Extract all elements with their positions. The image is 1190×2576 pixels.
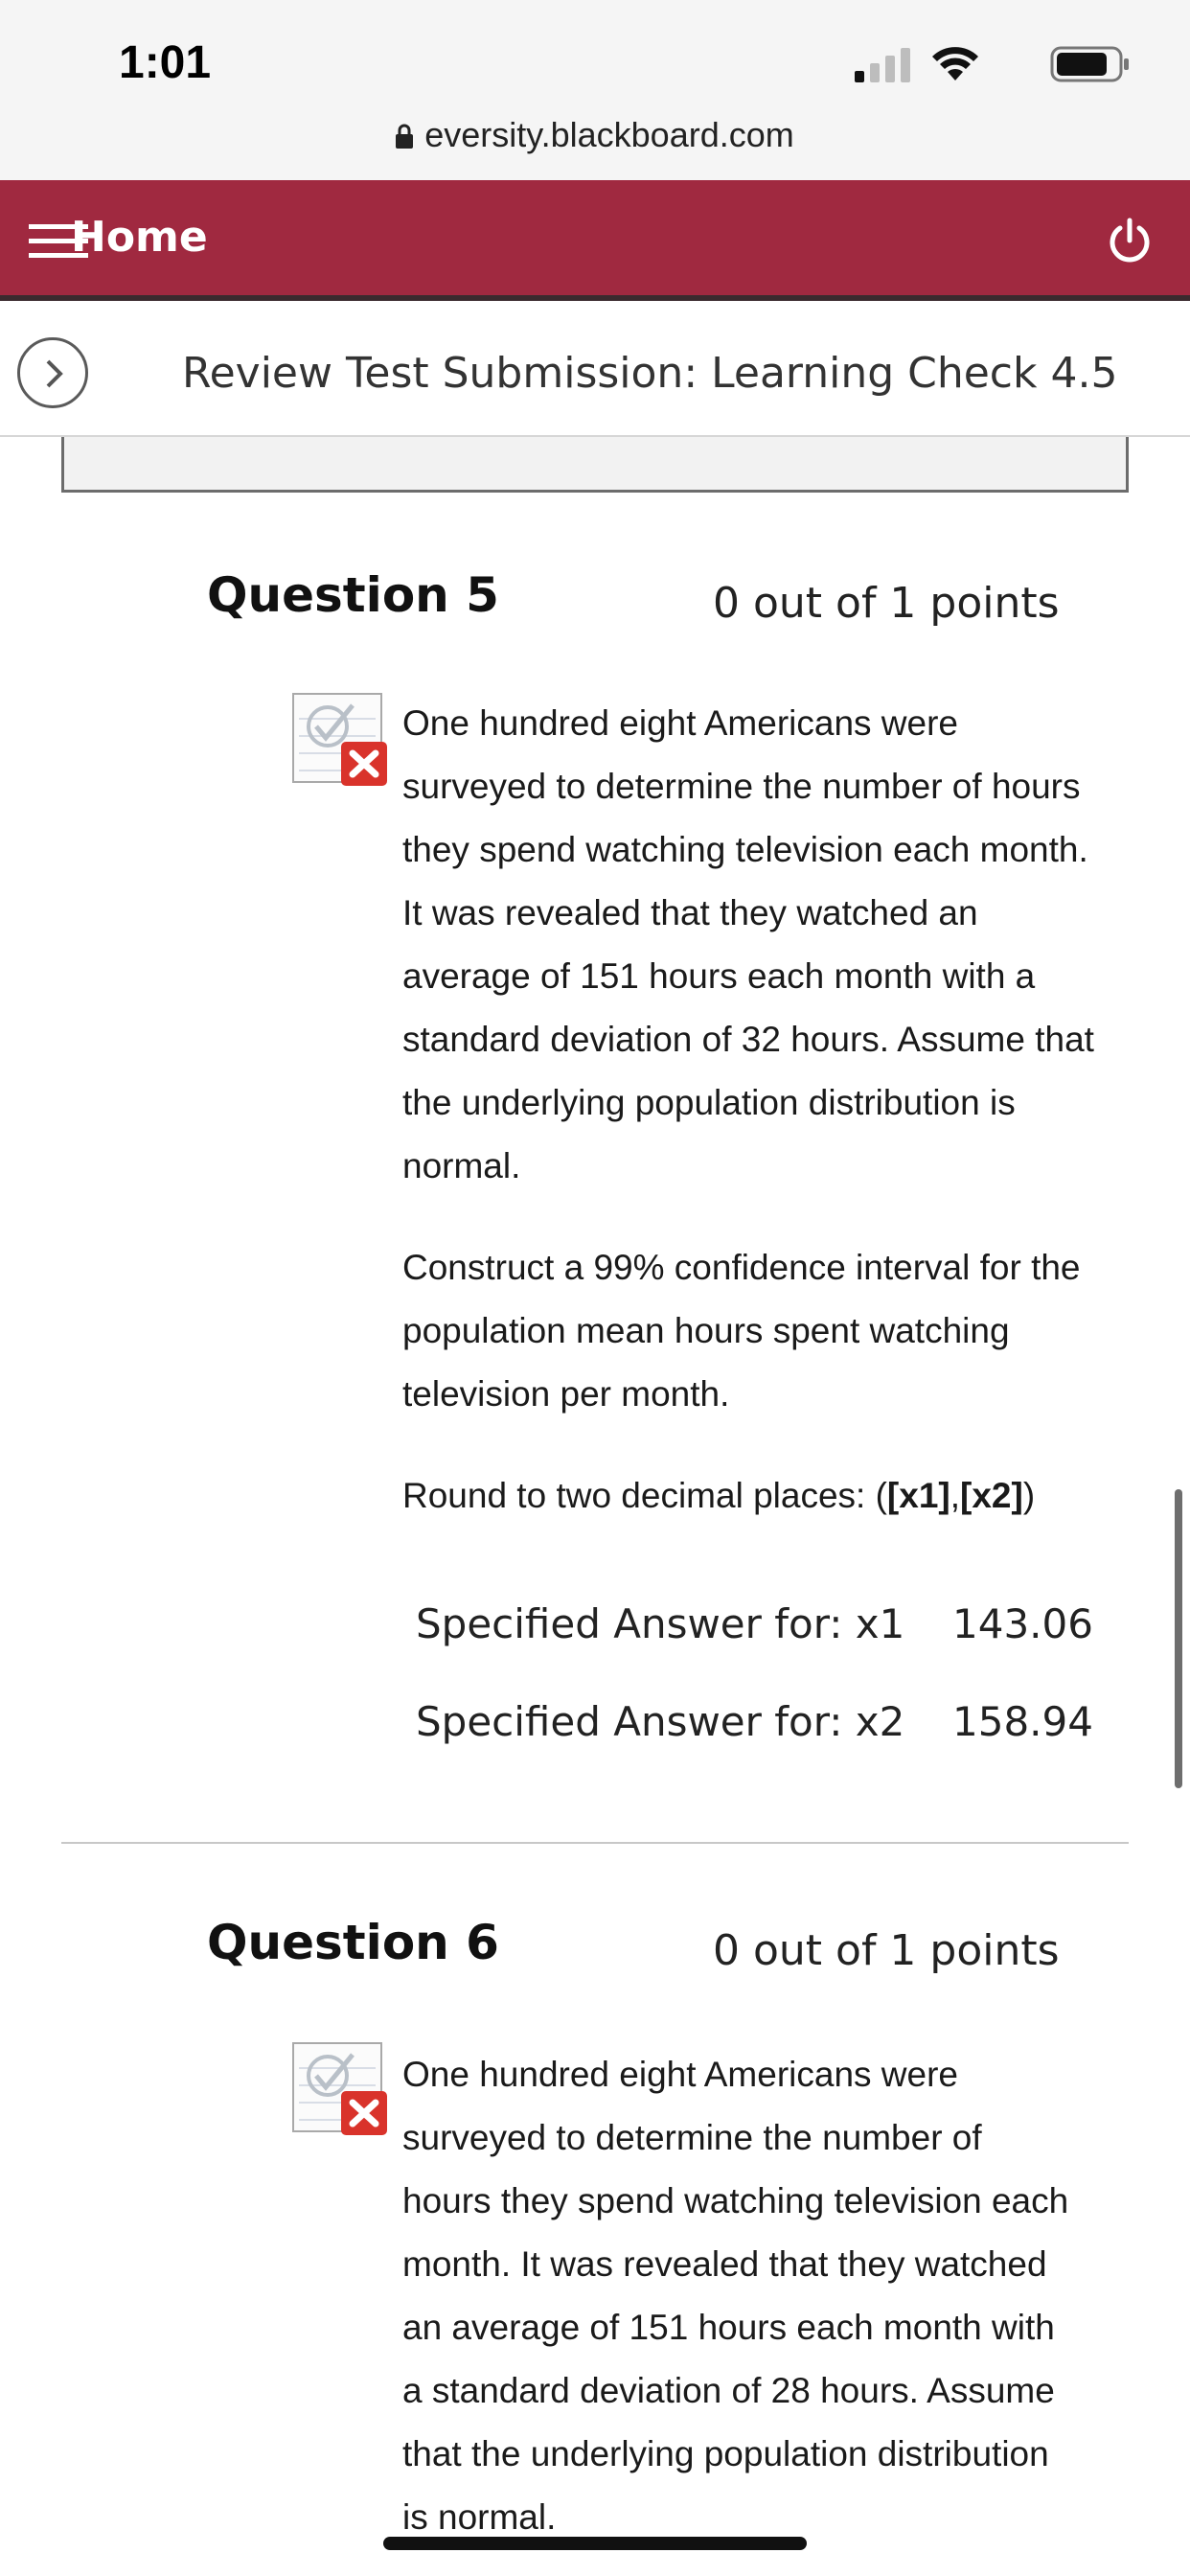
answer-value: 158.94	[952, 1698, 1093, 1745]
status-icons	[843, 44, 1131, 82]
battery-icon	[1050, 46, 1129, 82]
page-title: Review Test Submission: Learning Check 4…	[182, 349, 1118, 398]
question-text: One hundred eight Americans were surveye…	[402, 703, 1094, 1185]
power-icon[interactable]	[1106, 217, 1154, 264]
answer-label: Specified Answer for: x1	[416, 1600, 905, 1647]
question-divider	[61, 1842, 1129, 1844]
placeholder-x2: [x2]	[960, 1476, 1023, 1515]
status-bar: 1:01 eversity.blackboard.com	[0, 0, 1190, 180]
question-heading: Question 5	[207, 567, 499, 623]
previous-content-box	[61, 437, 1129, 493]
question-heading: Question 6	[207, 1915, 499, 1970]
expand-menu-button[interactable]	[17, 337, 88, 408]
lock-icon	[396, 124, 414, 149]
round-prefix: Round to two decimal places: (	[402, 1476, 887, 1515]
page-title-bar: Review Test Submission: Learning Check 4…	[0, 301, 1190, 437]
answer-label: Specified Answer for: x2	[416, 1698, 905, 1745]
round-suffix: )	[1022, 1476, 1036, 1515]
placeholder-x1: [x1]	[886, 1476, 950, 1515]
chevron-right-icon	[46, 359, 63, 388]
cellular-signal-icon	[855, 48, 910, 82]
incorrect-answer-icon	[292, 2042, 387, 2135]
address-bar[interactable]: eversity.blackboard.com	[0, 115, 1190, 155]
wifi-icon	[932, 47, 978, 80]
question-points: 0 out of 1 points	[713, 1926, 1060, 1975]
round-instruction: Round to two decimal places: ([x1],[x2])	[402, 1464, 1111, 1528]
incorrect-answer-icon	[292, 693, 387, 786]
app-header: Home	[0, 180, 1190, 301]
home-indicator[interactable]	[383, 2537, 807, 2550]
scrollbar[interactable]	[1175, 1489, 1182, 1788]
question-points: 0 out of 1 points	[713, 579, 1060, 628]
status-time: 1:01	[119, 37, 212, 88]
url-text: eversity.blackboard.com	[424, 115, 794, 154]
question-text: One hundred eight Americans were surveye…	[402, 2055, 1069, 2537]
home-label: Home	[71, 213, 208, 262]
answer-value: 143.06	[952, 1600, 1093, 1647]
separator: ,	[950, 1476, 961, 1515]
question-text: Construct a 99% confidence interval for …	[402, 1248, 1081, 1414]
